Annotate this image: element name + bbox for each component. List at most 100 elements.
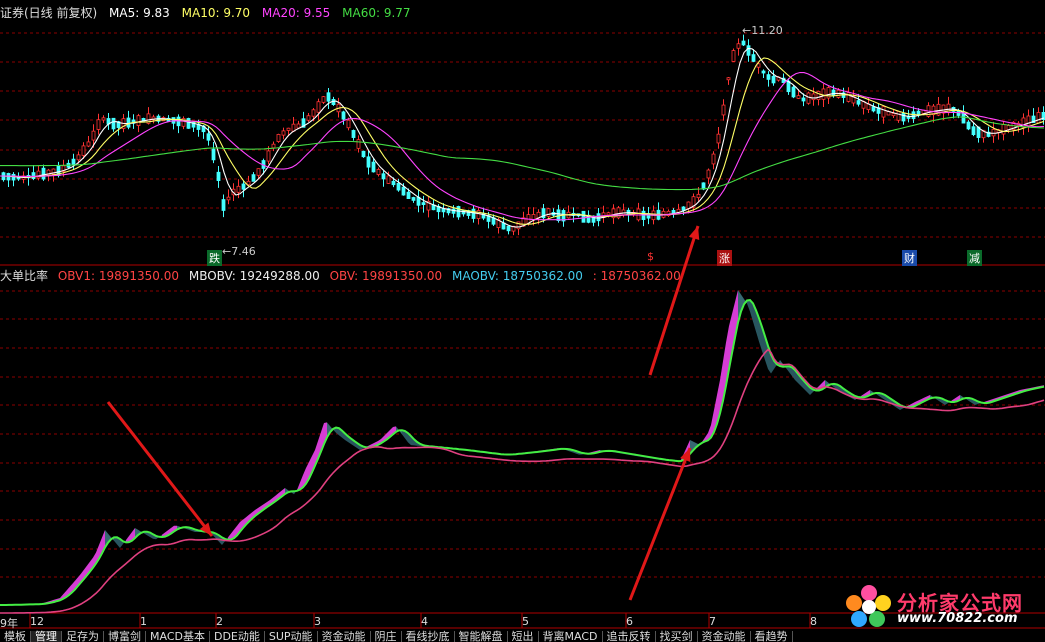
- marker-rise[interactable]: 涨: [717, 250, 732, 266]
- candle-body: [812, 94, 815, 100]
- candle-body: [762, 71, 765, 73]
- candle-body: [622, 210, 625, 215]
- candle-body: [912, 112, 915, 119]
- candle-body: [342, 112, 345, 119]
- time-axis-label: 5: [522, 615, 529, 628]
- candle-body: [317, 102, 320, 113]
- candle-body: [797, 96, 800, 99]
- candle-body: [322, 97, 325, 103]
- time-axis-label: 3: [314, 615, 321, 628]
- candle-body: [97, 120, 100, 130]
- candle-body: [217, 172, 220, 180]
- logo-url: www.70822.com: [897, 611, 1018, 626]
- candle-body: [237, 186, 240, 192]
- candle-body: [362, 151, 365, 156]
- candle-body: [112, 118, 115, 129]
- candle-body: [267, 151, 270, 161]
- time-axis-label: 9年: [0, 615, 18, 631]
- candle-body: [307, 116, 310, 121]
- candle-body: [102, 118, 105, 120]
- tab-trend[interactable]: 看趋势: [751, 631, 793, 642]
- candle-body: [297, 124, 300, 128]
- marker-finance[interactable]: 财: [902, 250, 917, 266]
- obv-band: [747, 300, 750, 312]
- tab-short-out[interactable]: 短出: [508, 631, 539, 642]
- marker-drop[interactable]: 跌: [207, 250, 222, 266]
- candle-body: [807, 93, 810, 103]
- time-axis-label: 1: [140, 615, 147, 628]
- candle-body: [1002, 125, 1005, 134]
- candle-body: [242, 184, 245, 189]
- marker-reduce[interactable]: 减: [967, 250, 982, 266]
- candle-body: [872, 107, 875, 111]
- time-axis-label: 4: [421, 615, 428, 628]
- tab-save-as[interactable]: 足存为: [62, 631, 104, 642]
- candle-body: [972, 127, 975, 135]
- candle-body: [72, 159, 75, 165]
- ma5-line: [0, 48, 1044, 227]
- high-price-value: 11.20: [751, 24, 783, 37]
- tab-macd-basic[interactable]: MACD基本: [146, 631, 210, 642]
- candle-body: [382, 174, 385, 179]
- candle-body: [717, 134, 720, 143]
- candle-body: [712, 154, 715, 164]
- tab-bofujian[interactable]: 博富剑: [104, 631, 146, 642]
- candle-body: [42, 168, 45, 179]
- tab-template[interactable]: 模板: [0, 631, 31, 642]
- tab-bottom-fishing[interactable]: 看线抄底: [402, 631, 455, 642]
- candle-body: [1022, 118, 1025, 127]
- candle-body: [597, 214, 600, 221]
- candle-body: [257, 169, 260, 176]
- candle-body: [817, 91, 820, 99]
- candle-body: [472, 209, 475, 218]
- candle-body: [822, 89, 825, 99]
- candle-body: [387, 176, 390, 184]
- candle-body: [377, 169, 380, 174]
- time-axis-label: 8: [810, 615, 817, 628]
- low-price-value: 7.46: [231, 245, 256, 258]
- candle-body: [82, 146, 85, 156]
- high-price-label: ←11.20: [742, 24, 783, 37]
- tab-divergence-macd[interactable]: 背离MACD: [539, 631, 603, 642]
- mbobv-line: [0, 300, 1044, 605]
- candle-body: [222, 200, 225, 211]
- tab-manage[interactable]: 管理: [31, 631, 62, 642]
- candle-body: [252, 175, 255, 182]
- candle-body: [312, 110, 315, 116]
- candle-body: [892, 113, 895, 115]
- tab-sup[interactable]: SUP动能: [265, 631, 318, 642]
- candle-body: [802, 98, 805, 101]
- tab-yinzhuang[interactable]: 阴庄: [371, 631, 402, 642]
- candle-body: [357, 140, 360, 149]
- marker-dollar[interactable]: $: [645, 250, 656, 263]
- candle-body: [92, 131, 95, 140]
- candle-body: [1037, 112, 1040, 122]
- candle-body: [897, 111, 900, 120]
- candle-body: [77, 155, 80, 160]
- tab-capital-momentum[interactable]: 资金动能: [318, 631, 371, 642]
- candle-body: [127, 118, 130, 127]
- candle-body: [282, 131, 285, 135]
- candle-body: [227, 197, 230, 200]
- candle-body: [967, 122, 970, 129]
- tab-chase-reversal[interactable]: 追击反转: [603, 631, 656, 642]
- candle-body: [407, 192, 410, 198]
- candle-body: [367, 157, 370, 167]
- candle-body: [722, 105, 725, 115]
- tab-dde[interactable]: DDE动能: [210, 631, 265, 642]
- candle-body: [792, 87, 795, 97]
- candle-body: [992, 129, 995, 135]
- candle-body: [137, 116, 140, 126]
- annotation-arrow: [108, 402, 212, 536]
- ma20-line: [0, 73, 1044, 220]
- tab-find-buy[interactable]: 找买剑: [656, 631, 698, 642]
- time-axis-label: 7: [709, 615, 716, 628]
- tab-capital-momentum-2[interactable]: 资金动能: [698, 631, 751, 642]
- stock-chart-canvas[interactable]: [0, 0, 1045, 640]
- tab-smart-analysis[interactable]: 智能解盘: [455, 631, 508, 642]
- maobv-line: [0, 350, 1044, 614]
- candle-body: [212, 149, 215, 160]
- ma10-line: [0, 58, 1044, 224]
- low-price-label: ←7.46: [222, 245, 256, 258]
- annotation-arrow: [650, 226, 698, 375]
